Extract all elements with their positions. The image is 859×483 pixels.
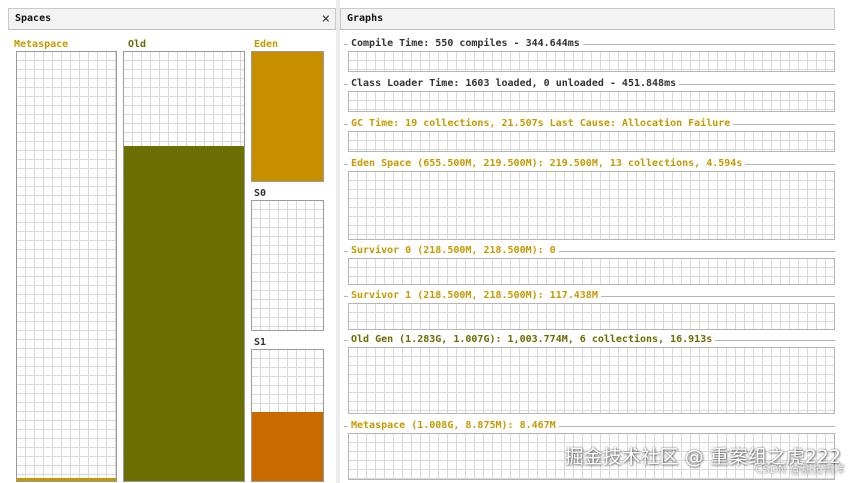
old-fill (124, 146, 244, 481)
spaces-panel-title: Spaces × (8, 8, 336, 30)
old-bar (123, 51, 245, 482)
old-gen-label: Old Gen (1.283G, 1.007G): 1,003.774M, 6 … (348, 334, 716, 346)
eden-space-plot (348, 171, 835, 240)
s0-bar (251, 200, 324, 331)
eden-space-label: Eden Space (655.500M, 219.500M): 219.500… (348, 158, 746, 170)
gc-time-label: GC Time: 19 collections, 21.507s Last Ca… (348, 118, 734, 130)
survivor0-graph: Survivor 0 (218.500M, 218.500M): 0 (344, 245, 835, 285)
eden-fill (252, 52, 323, 181)
survivor1-plot (348, 303, 835, 330)
class-loader-label: Class Loader Time: 1603 loaded, 0 unload… (348, 78, 680, 90)
graphs-title-text: Graphs (347, 13, 384, 24)
s1-bar (251, 349, 324, 482)
eden-space: Eden (249, 39, 326, 184)
gc-time-graph: GC Time: 19 collections, 21.507s Last Ca… (344, 118, 835, 152)
metaspace-fill (17, 478, 116, 481)
panel-divider[interactable] (336, 0, 340, 483)
gc-time-plot (348, 131, 835, 152)
class-loader-plot (348, 91, 835, 112)
s1-space: S1 (249, 337, 326, 483)
watermark-subtext: CSDN @甜技啊洋 (755, 463, 845, 476)
eden-label: Eden (252, 39, 281, 50)
s0-space: S0 (249, 188, 326, 333)
old-space: Old (121, 39, 245, 483)
old-label: Old (126, 39, 149, 50)
compile-time-plot (348, 51, 835, 72)
close-icon[interactable]: × (322, 9, 330, 29)
metaspace-graph-label: Metaspace (1.008G, 8.875M): 8.467M (348, 420, 559, 432)
compile-time-label: Compile Time: 550 compiles - 344.644ms (348, 38, 583, 50)
eden-bar (251, 51, 324, 182)
spaces-title-text: Spaces (15, 13, 52, 24)
old-gen-plot (348, 347, 835, 414)
eden-space-graph: Eden Space (655.500M, 219.500M): 219.500… (344, 158, 835, 240)
s1-label: S1 (252, 337, 269, 348)
survivor1-label: Survivor 1 (218.500M, 218.500M): 117.438… (348, 290, 601, 302)
survivor1-graph: Survivor 1 (218.500M, 218.500M): 117.438… (344, 290, 835, 330)
metaspace-space: Metaspace (12, 39, 117, 483)
old-gen-graph: Old Gen (1.283G, 1.007G): 1,003.774M, 6 … (344, 334, 835, 414)
compile-time-graph: Compile Time: 550 compiles - 344.644ms (344, 38, 835, 72)
class-loader-graph: Class Loader Time: 1603 loaded, 0 unload… (344, 78, 835, 112)
metaspace-label: Metaspace (12, 39, 71, 50)
metaspace-bar (16, 51, 117, 482)
s0-label: S0 (252, 188, 269, 199)
s1-fill (252, 411, 323, 481)
graphs-panel-title: Graphs (340, 8, 835, 30)
survivor0-label: Survivor 0 (218.500M, 218.500M): 0 (348, 245, 559, 257)
survivor0-plot (348, 258, 835, 285)
